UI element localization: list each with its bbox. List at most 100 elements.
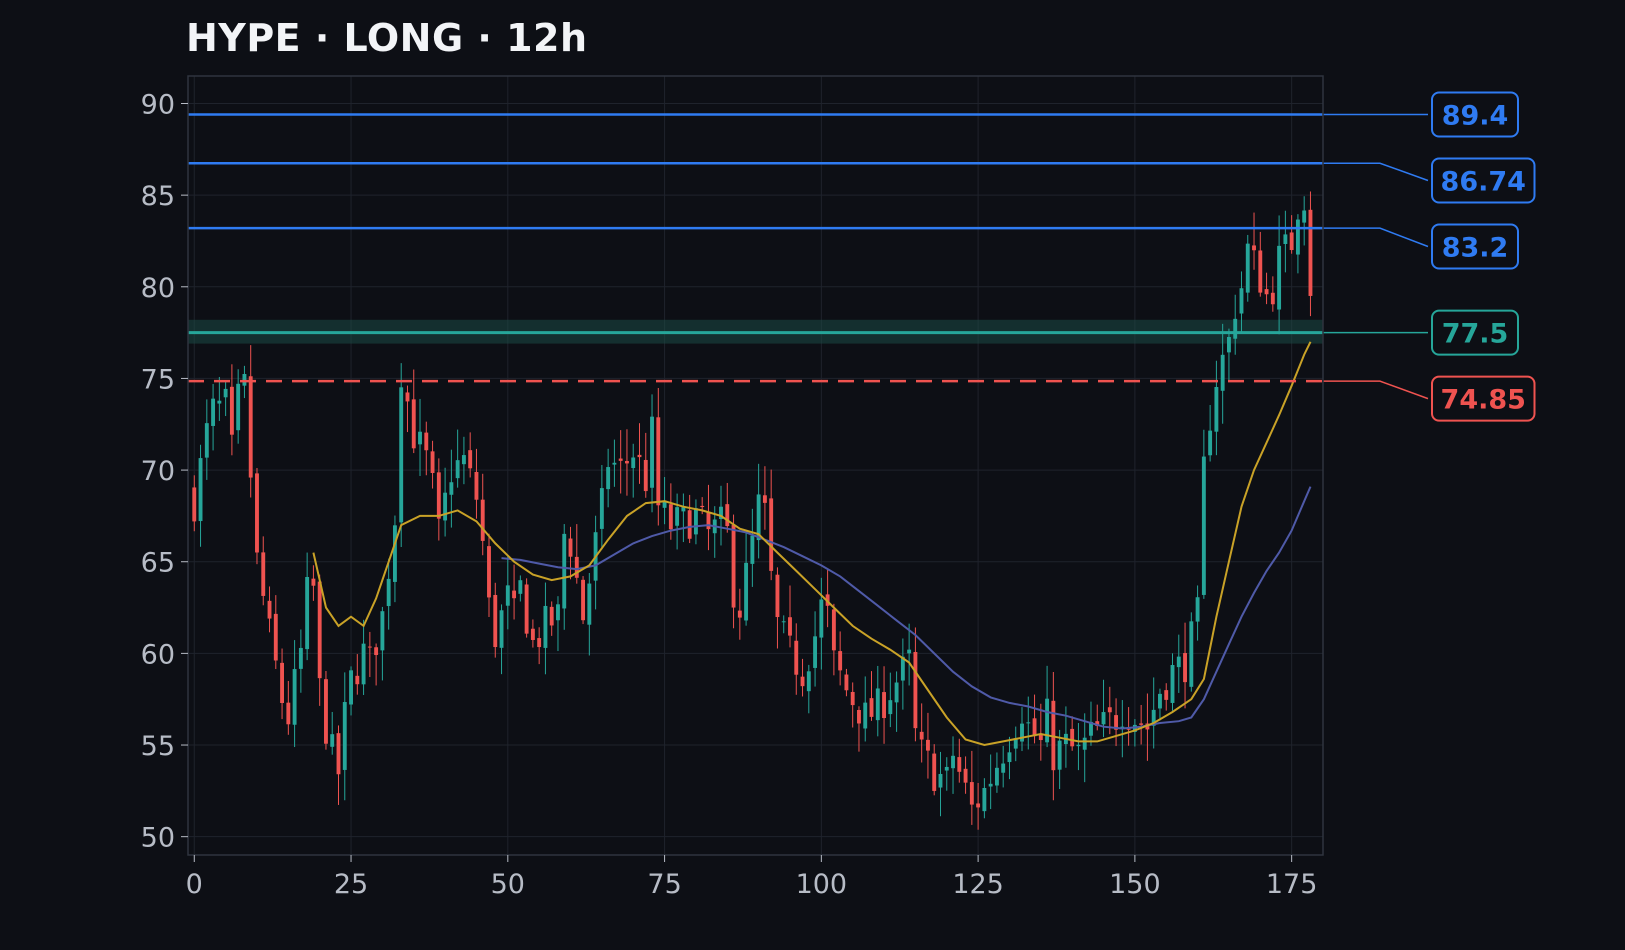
candle-body xyxy=(349,670,353,705)
candle-body xyxy=(1220,354,1225,391)
candle-body xyxy=(976,803,981,808)
candle-body xyxy=(888,700,893,715)
candle xyxy=(255,468,259,565)
candle-body xyxy=(831,609,836,651)
candle-body xyxy=(330,734,335,747)
candle-body xyxy=(236,383,241,431)
candle-body xyxy=(543,605,548,648)
candle-body xyxy=(1264,289,1269,295)
level-tag-label: 86.74 xyxy=(1441,166,1526,197)
candle-body xyxy=(781,621,786,623)
candle-body xyxy=(342,702,347,770)
x-tick-label: 25 xyxy=(334,869,368,900)
candle-body xyxy=(687,510,692,539)
candle-body xyxy=(1101,712,1106,725)
candle-body xyxy=(568,538,573,557)
candle-body xyxy=(298,647,303,669)
candle-body xyxy=(957,757,962,772)
candle-body xyxy=(618,458,623,461)
candle-body xyxy=(1076,744,1081,747)
candle-body xyxy=(512,590,517,599)
candle-body xyxy=(411,399,416,449)
candle-body xyxy=(737,610,742,618)
candle-body xyxy=(1195,597,1200,622)
candle-body xyxy=(875,688,880,721)
candle-body xyxy=(668,504,673,530)
candle-body xyxy=(587,583,592,625)
y-tick-label: 75 xyxy=(141,364,175,395)
candle-body xyxy=(505,585,510,606)
level-tag-label: 77.5 xyxy=(1442,319,1509,350)
candle-body xyxy=(474,471,479,500)
candle-body xyxy=(1201,456,1206,595)
y-tick-label: 85 xyxy=(141,181,175,212)
candle-body xyxy=(1164,690,1169,700)
candle-body xyxy=(606,467,611,490)
y-tick-label: 80 xyxy=(141,273,175,304)
candle-body xyxy=(1139,723,1144,725)
y-tick-label: 50 xyxy=(141,823,175,854)
candle-body xyxy=(1183,653,1187,683)
level-tag: 77.5 xyxy=(1431,309,1519,356)
candle-body xyxy=(267,600,272,619)
candle-body xyxy=(1258,250,1263,293)
candle-body xyxy=(1158,693,1162,709)
candle-body xyxy=(700,505,705,508)
candle-body xyxy=(762,495,767,503)
level-connector xyxy=(1323,227,1429,248)
candle-body xyxy=(286,702,291,725)
candle-body xyxy=(769,498,774,571)
candle-body xyxy=(857,710,861,724)
plot-area xyxy=(188,76,1323,855)
candle-body xyxy=(1032,718,1037,737)
level-connector xyxy=(1323,162,1429,182)
x-axis: 0 25 50 75 100 125 150 175 xyxy=(186,855,1317,900)
candle-body xyxy=(819,599,824,638)
candle-body xyxy=(926,739,930,751)
candle-body xyxy=(480,499,485,541)
candle-body xyxy=(443,492,448,521)
candle-body xyxy=(399,387,404,523)
candle-body xyxy=(449,482,454,495)
candle-body xyxy=(204,423,209,458)
candle-body xyxy=(844,674,849,691)
candle-body xyxy=(1302,210,1307,223)
candle-body xyxy=(549,606,554,626)
candle-body xyxy=(907,649,912,654)
candle-body xyxy=(336,733,341,775)
candle xyxy=(324,671,328,750)
candle-body xyxy=(405,392,410,402)
candle-body xyxy=(656,417,661,506)
level-tag-label: 74.85 xyxy=(1441,385,1526,416)
y-tick-label: 55 xyxy=(141,731,175,762)
candle-body xyxy=(631,457,636,469)
x-tick-label: 125 xyxy=(952,869,1004,900)
candle-body xyxy=(1176,656,1181,668)
candle-body xyxy=(1233,318,1238,339)
candle xyxy=(1245,234,1250,302)
x-tick-label: 100 xyxy=(796,869,848,900)
candle-body xyxy=(725,504,730,527)
candle-body xyxy=(1239,288,1244,314)
candle-body xyxy=(882,692,886,719)
candle-body xyxy=(951,755,955,769)
candle-body xyxy=(436,472,441,519)
candle-body xyxy=(355,675,360,685)
candle-body xyxy=(938,773,943,788)
candle-body xyxy=(1308,209,1313,296)
candle-body xyxy=(380,611,385,651)
candle-body xyxy=(1270,292,1275,305)
candle-body xyxy=(217,400,222,404)
candle-body xyxy=(744,562,749,621)
candle-body xyxy=(863,702,868,729)
candle-body xyxy=(1214,387,1219,432)
candle-body xyxy=(932,753,937,791)
candle-body xyxy=(693,508,698,535)
candle-body xyxy=(229,386,234,435)
candle-body xyxy=(775,574,780,618)
candle-body xyxy=(913,652,918,729)
candle-body xyxy=(367,646,372,648)
candle xyxy=(524,578,529,638)
candle-body xyxy=(988,783,993,787)
candle-body xyxy=(248,376,253,478)
